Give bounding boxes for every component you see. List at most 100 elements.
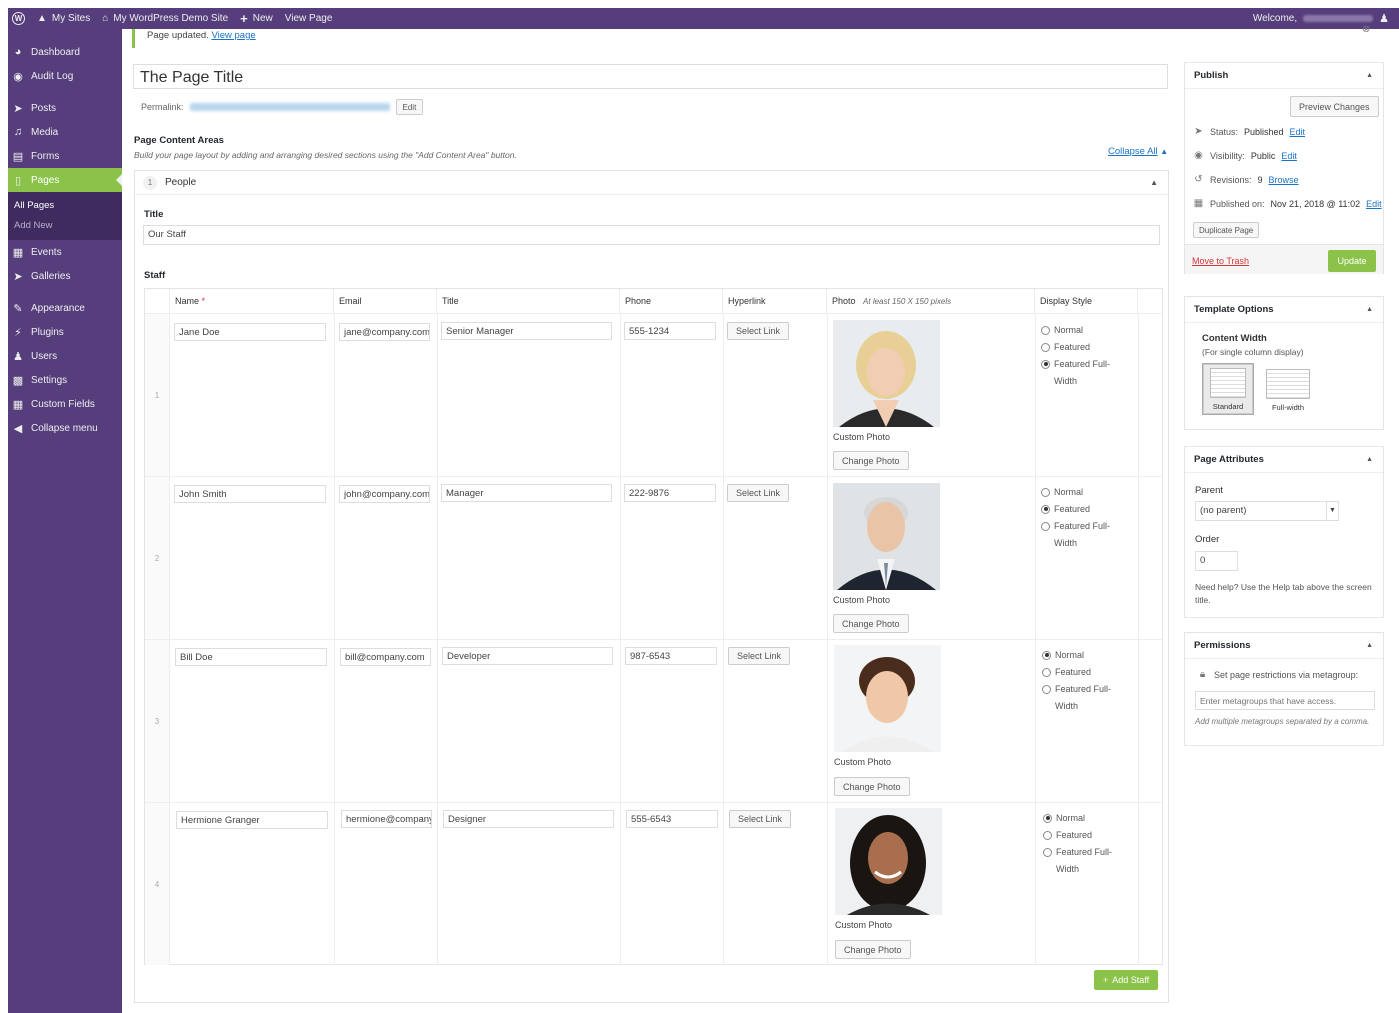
change-photo-button[interactable]: Change Photo bbox=[834, 777, 910, 796]
add-staff-button[interactable]: + Add Staff bbox=[1094, 970, 1159, 990]
select-link-button[interactable]: Select Link bbox=[727, 322, 790, 340]
sidebar-item-settings[interactable]: ▩ Settings bbox=[8, 368, 122, 392]
staff-photo[interactable] bbox=[835, 808, 942, 915]
publish-box-header[interactable]: Publish ▲ bbox=[1185, 63, 1383, 89]
sidebar-item-events[interactable]: ▦ Events bbox=[8, 240, 122, 264]
my-sites-menu[interactable]: ▲ My Sites bbox=[37, 13, 90, 24]
metagroups-input[interactable] bbox=[1195, 691, 1375, 710]
sidebar-item-forms[interactable]: ▤ Forms bbox=[8, 144, 122, 168]
style-featured-radio[interactable]: Featured bbox=[1043, 829, 1092, 841]
published-value: Nov 21, 2018 @ 11:02 bbox=[1270, 198, 1361, 209]
sidebar-item-custom-fields[interactable]: ▦ Custom Fields bbox=[8, 392, 122, 416]
staff-name-input[interactable]: Jane Doe bbox=[174, 323, 326, 341]
caret-up-icon[interactable]: ▲ bbox=[1366, 306, 1373, 313]
staff-phone-input[interactable]: 222-9876 bbox=[624, 484, 716, 502]
submenu-add-new[interactable]: Add New bbox=[8, 216, 122, 236]
staff-name-input[interactable]: Hermione Granger bbox=[176, 811, 328, 829]
style-featured-radio[interactable]: Featured bbox=[1041, 503, 1090, 515]
style-normal-radio[interactable]: Normal bbox=[1041, 486, 1083, 498]
permalink-url-blurred[interactable] bbox=[189, 103, 390, 111]
style-featured-full-radio[interactable]: Featured Full-Width bbox=[1041, 520, 1121, 552]
sidebar-item-pages[interactable]: ▯ Pages bbox=[8, 168, 122, 192]
staff-phone-input[interactable]: 555-1234 bbox=[624, 322, 716, 340]
template-standard-option[interactable]: Standard bbox=[1202, 363, 1254, 415]
staff-phone-input[interactable]: 555-6543 bbox=[626, 810, 718, 828]
sidebar-item-plugins[interactable]: ⚡ Plugins bbox=[8, 320, 122, 344]
order-input[interactable]: 0 bbox=[1195, 551, 1238, 571]
select-link-button[interactable]: Select Link bbox=[729, 810, 792, 828]
caret-up-icon[interactable]: ▲ bbox=[1150, 178, 1158, 187]
change-photo-button[interactable]: Change Photo bbox=[835, 940, 911, 959]
staff-name-input[interactable]: Bill Doe bbox=[175, 648, 327, 666]
style-featured-radio[interactable]: Featured bbox=[1042, 666, 1091, 678]
row-index[interactable]: 2 bbox=[145, 477, 170, 639]
sidebar-item-media[interactable]: ♫ Media bbox=[8, 120, 122, 144]
change-photo-button[interactable]: Change Photo bbox=[833, 614, 909, 633]
sidebar-item-appearance[interactable]: ✎ Appearance bbox=[8, 296, 122, 320]
template-options-header[interactable]: Template Options ▲ bbox=[1185, 297, 1383, 323]
sidebar-item-dashboard[interactable]: ◕ Dashboard bbox=[8, 40, 122, 64]
preview-changes-button[interactable]: Preview Changes bbox=[1290, 96, 1379, 117]
row-index[interactable]: 4 bbox=[145, 803, 170, 965]
permalink-edit-button[interactable]: Edit bbox=[395, 99, 424, 115]
move-to-trash-link[interactable]: Move to Trash bbox=[1192, 256, 1249, 266]
staff-title-input[interactable]: Designer bbox=[443, 810, 614, 828]
area-title-input[interactable]: Our Staff bbox=[143, 225, 1160, 245]
staff-phone-input[interactable]: 987-6543 bbox=[625, 647, 717, 665]
sidebar-item-users[interactable]: ♟ Users bbox=[8, 344, 122, 368]
style-normal-radio[interactable]: Normal bbox=[1041, 324, 1083, 336]
status-edit-link[interactable]: Edit bbox=[1290, 127, 1306, 137]
page-attributes-header[interactable]: Page Attributes ▲ bbox=[1185, 447, 1383, 473]
content-area-header[interactable]: 1 People ▲ bbox=[135, 171, 1168, 195]
select-link-button[interactable]: Select Link bbox=[728, 647, 791, 665]
style-featured-full-radio[interactable]: Featured Full-Width bbox=[1043, 846, 1123, 878]
dismiss-notice-icon[interactable]: ⊗ bbox=[1362, 24, 1370, 35]
duplicate-page-button[interactable]: Duplicate Page bbox=[1193, 222, 1260, 238]
parent-label: Parent bbox=[1195, 485, 1223, 496]
parent-select[interactable]: (no parent) ▼ bbox=[1195, 501, 1339, 521]
new-content-menu[interactable]: + New bbox=[240, 11, 273, 26]
sidebar-item-galleries[interactable]: ➤ Galleries bbox=[8, 264, 122, 288]
style-featured-full-radio[interactable]: Featured Full-Width bbox=[1041, 358, 1121, 390]
select-link-button[interactable]: Select Link bbox=[727, 484, 790, 502]
row-index[interactable]: 3 bbox=[145, 640, 170, 802]
staff-email-input[interactable]: jane@company.com bbox=[339, 323, 430, 341]
style-normal-radio[interactable]: Normal bbox=[1042, 649, 1084, 661]
collapse-all-label: Collapse All bbox=[1108, 146, 1158, 157]
collapse-all-link[interactable]: Collapse All ▲ bbox=[1108, 146, 1168, 157]
style-normal-radio[interactable]: Normal bbox=[1043, 812, 1085, 824]
staff-photo[interactable] bbox=[833, 320, 940, 427]
staff-title-input[interactable]: Manager bbox=[441, 484, 612, 502]
staff-title-input[interactable]: Developer bbox=[442, 647, 613, 665]
caret-up-icon[interactable]: ▲ bbox=[1366, 72, 1373, 79]
change-photo-button[interactable]: Change Photo bbox=[833, 451, 909, 470]
style-featured-radio[interactable]: Featured bbox=[1041, 341, 1090, 353]
page-title-input[interactable]: The Page Title bbox=[133, 64, 1168, 89]
browse-revisions-link[interactable]: Browse bbox=[1269, 175, 1299, 185]
submenu-all-pages[interactable]: All Pages bbox=[8, 196, 122, 216]
staff-name-input[interactable]: John Smith bbox=[174, 485, 326, 503]
published-edit-link[interactable]: Edit bbox=[1366, 199, 1382, 209]
staff-photo[interactable] bbox=[834, 645, 941, 752]
style-featured-full-radio[interactable]: Featured Full-Width bbox=[1042, 683, 1122, 715]
template-full-width-option[interactable]: Full-width bbox=[1262, 363, 1314, 415]
sidebar-item-audit-log[interactable]: ◉ Audit Log bbox=[8, 64, 122, 88]
view-page-link[interactable]: View Page bbox=[285, 13, 333, 24]
caret-up-icon[interactable]: ▲ bbox=[1366, 642, 1373, 649]
wordpress-logo-icon[interactable]: W bbox=[12, 12, 25, 25]
view-page-notice-link[interactable]: View page bbox=[211, 30, 255, 41]
permissions-header[interactable]: Permissions ▲ bbox=[1185, 633, 1383, 659]
staff-email-input[interactable]: hermione@company.com bbox=[341, 810, 432, 828]
sidebar-item-posts[interactable]: ➤ Posts bbox=[8, 96, 122, 120]
staff-email-input[interactable]: bill@company.com bbox=[340, 648, 431, 666]
staff-email-input[interactable]: john@company.com bbox=[339, 485, 430, 503]
visibility-edit-link[interactable]: Edit bbox=[1281, 151, 1297, 161]
row-index[interactable]: 1 bbox=[145, 314, 170, 476]
update-button[interactable]: Update bbox=[1328, 250, 1376, 272]
staff-title-input[interactable]: Senior Manager bbox=[441, 322, 612, 340]
sidebar-item-collapse-menu[interactable]: ◀ Collapse menu bbox=[8, 416, 122, 440]
caret-up-icon[interactable]: ▲ bbox=[1366, 456, 1373, 463]
site-name-menu[interactable]: ⌂ My WordPress Demo Site bbox=[102, 13, 228, 24]
user-avatar-icon[interactable]: ♟ bbox=[1379, 12, 1389, 25]
staff-photo[interactable] bbox=[833, 483, 940, 590]
